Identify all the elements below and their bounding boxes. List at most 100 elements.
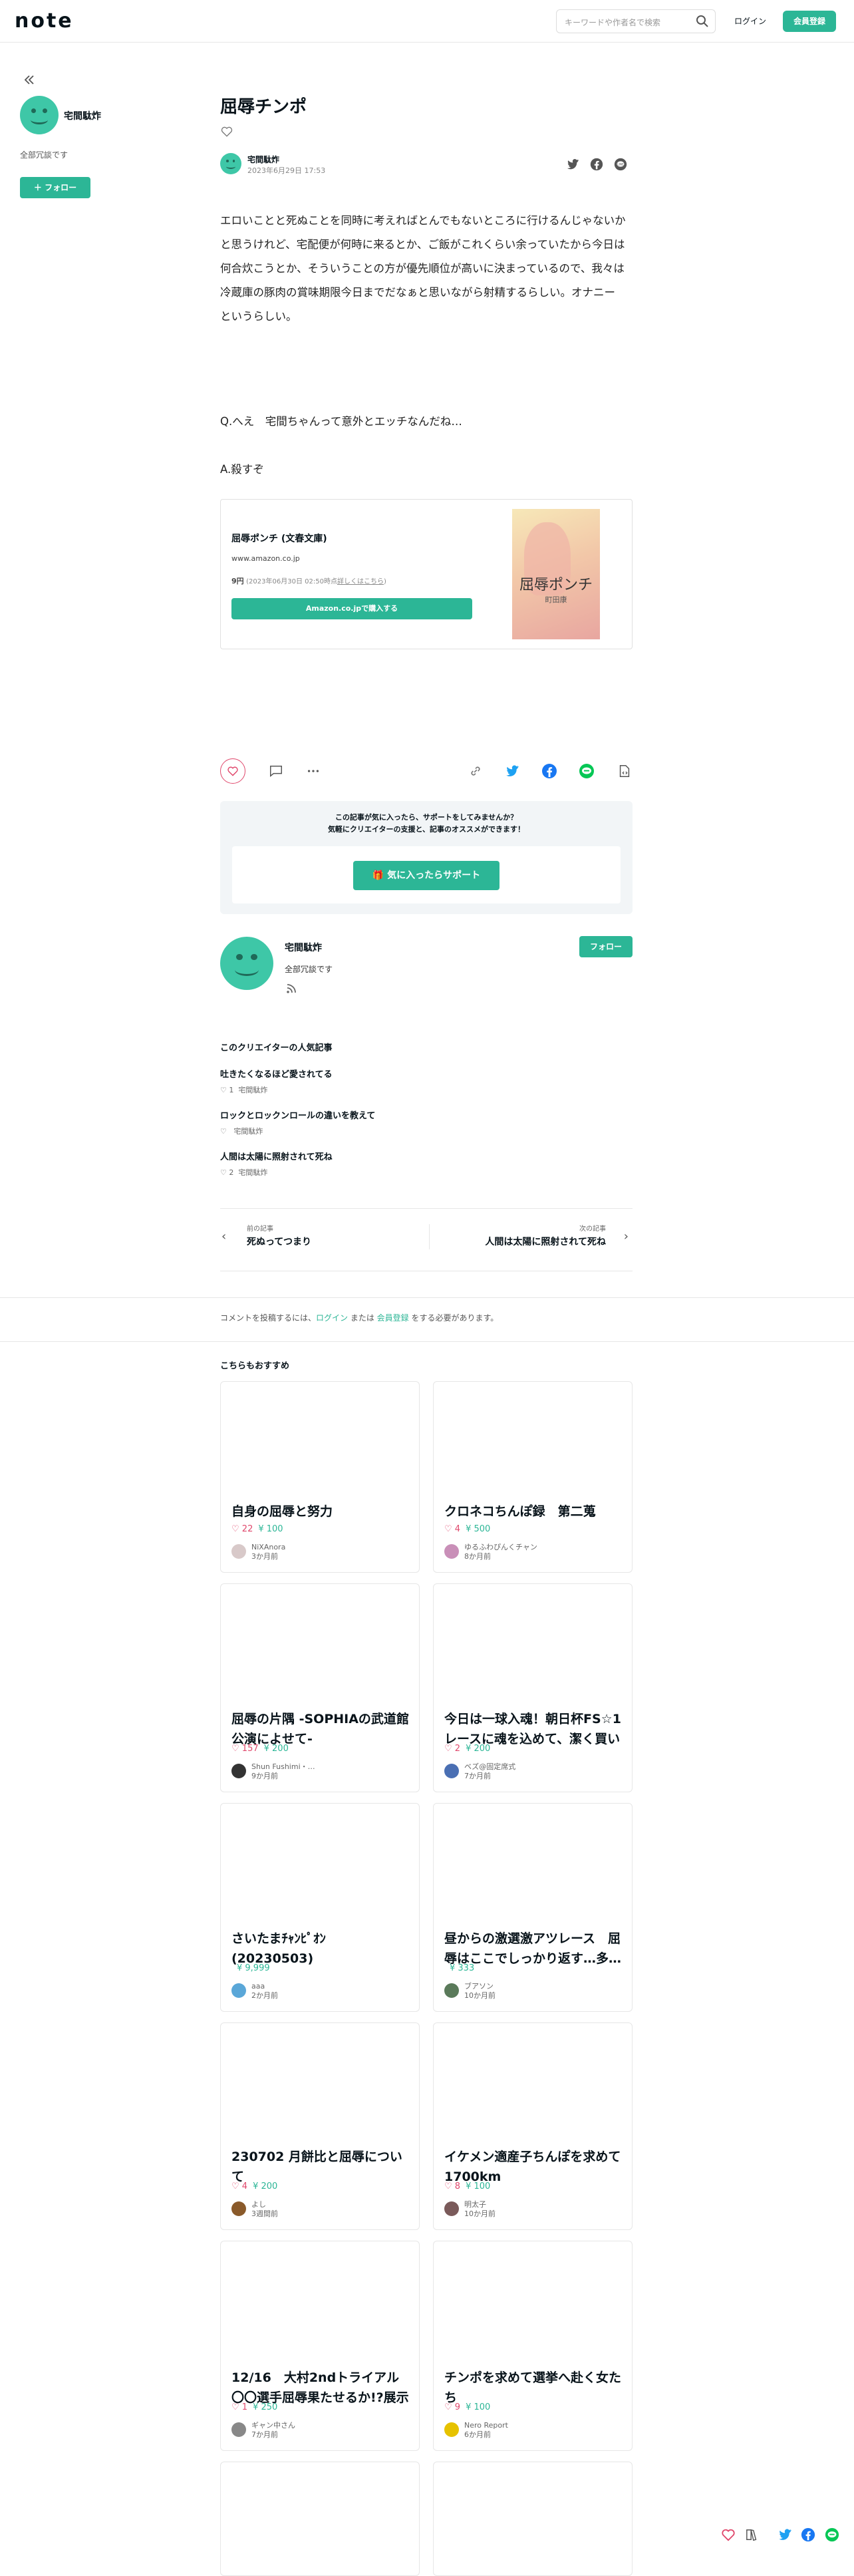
twitter-icon[interactable] — [567, 158, 580, 170]
recommend-author[interactable]: ブアソン 10か月前 — [464, 1982, 496, 2001]
recommend-author[interactable]: NiXAnora 3か月前 — [251, 1543, 285, 1561]
recommend-author[interactable]: Nero Report 6か月前 — [464, 2421, 508, 2440]
comment-icon[interactable] — [269, 764, 283, 778]
recommend-author[interactable]: ギャン中さん 7か月前 — [251, 2421, 295, 2440]
next-article-link[interactable]: 次の記事 人間は太陽に照射されて死ね › — [426, 1216, 633, 1256]
recommend-heading: こちらもおすすめ — [220, 1361, 290, 1371]
svg-text:LINE: LINE — [617, 162, 624, 166]
recommend-author-avatar[interactable] — [231, 1764, 246, 1778]
support-button[interactable]: 🎁 気に入ったらサポート — [353, 861, 499, 890]
recommend-card[interactable]: イケメン適産子ちんぽを求めて1700km ♡ 8 ¥ 100 明太子 10か月前 — [433, 2022, 633, 2230]
recommend-card[interactable]: クロネコちんぽ録 第二蒐 ♡ 4 ¥ 500 ゆるふわぴんくチャン 8か月前 — [433, 1381, 633, 1573]
recommend-author-avatar[interactable] — [231, 2201, 246, 2216]
embed-title[interactable]: 屈辱ポンチ (文春文庫) — [231, 532, 327, 545]
heart-outline-icon[interactable] — [220, 125, 233, 138]
popular-item-title[interactable]: ロックとロックンロールの違いを教えて — [220, 1108, 375, 1121]
recommend-card-title[interactable]: イケメン適産子ちんぽを求めて1700km — [444, 2147, 623, 2187]
recommend-card[interactable]: チンポを求めて選挙へ赴く女たち ♡ 9 ¥ 100 Nero Report 6か月前 — [433, 2241, 633, 2451]
recommend-card-title[interactable]: さいたまﾁｬﾝﾋﾟｵﾝ (20230503) — [231, 1929, 410, 1969]
amazon-buy-button[interactable]: Amazon.co.jpで購入する — [231, 598, 472, 619]
profile-avatar[interactable] — [220, 937, 273, 990]
recommend-card[interactable]: 今日は一球入魂！朝日杯FS☆1レースに魂を込めて、潔く買い目…♡ 2 ¥ 200 ベ… — [433, 1583, 633, 1792]
like-button[interactable] — [220, 758, 245, 784]
site-header: note キーワードや作者名で検索 ログイン 会員登録 — [0, 0, 854, 43]
embed-price-row: 9円 (2023年06月30日 02:50時点詳しくはこちら) — [231, 577, 386, 585]
recommend-author[interactable]: ベズ@固定席式 7か月前 — [464, 1762, 515, 1781]
signup-button[interactable]: 会員登録 — [783, 11, 836, 32]
article-paragraph: エロいことと死ぬことを同時に考えればとんでもないところに行けるんじゃないかと思う… — [220, 214, 626, 323]
collapse-sidebar-icon[interactable] — [23, 73, 36, 86]
floating-magazine-icon[interactable] — [745, 2528, 760, 2541]
recommend-author-avatar[interactable] — [231, 2422, 246, 2437]
more-icon[interactable] — [306, 764, 321, 778]
divider — [0, 1341, 854, 1342]
recommend-card-title[interactable]: 230702 月餅比と屈辱について — [231, 2147, 410, 2187]
rss-icon[interactable] — [286, 983, 297, 994]
twitter-share-icon[interactable] — [505, 765, 520, 777]
recommend-author-avatar[interactable] — [444, 1544, 459, 1559]
recommend-card[interactable]: 自身の屈辱と努力 ♡ 22 ¥ 100 NiXAnora 3か月前 — [220, 1381, 420, 1573]
recommend-author-avatar[interactable] — [444, 1764, 459, 1778]
search-input[interactable]: キーワードや作者名で検索 — [556, 9, 716, 33]
recommend-card-title[interactable]: 昼からの激選激アツレース 屈辱はここでしっかり返す…多… — [444, 1929, 623, 1969]
recommend-author-avatar[interactable] — [444, 2422, 459, 2437]
recommend-card-title[interactable]: 12/16 大村2ndトライアル 〇〇選手屈辱果たせるか!?展示後… — [231, 2368, 410, 2408]
embed-icon[interactable] — [617, 764, 632, 778]
facebook-share-icon[interactable] — [541, 763, 557, 779]
recommend-author-avatar[interactable] — [444, 1983, 459, 1998]
sidebar-avatar[interactable] — [20, 96, 59, 134]
support-box: この記事が気に入ったら、サポートをしてみませんか？ 気軽にクリエイターの支援と、… — [220, 801, 633, 914]
author-name[interactable]: 宅間駄炸 — [247, 154, 279, 165]
facebook-icon[interactable] — [589, 157, 604, 172]
recommend-author-avatar[interactable] — [231, 1983, 246, 1998]
prev-article-link[interactable]: ‹ 前の記事 死ぬってつまり — [220, 1216, 426, 1256]
recommend-author-avatar[interactable] — [444, 2201, 459, 2216]
recommend-card-stats: ¥ 9,999 — [231, 1963, 270, 1973]
floating-facebook-icon[interactable] — [801, 2527, 815, 2542]
login-button[interactable]: ログイン — [729, 12, 772, 31]
recommend-card-title[interactable]: 屈辱の片隅 -SOPHIAの武道館公演によせて- — [231, 1709, 410, 1749]
recommend-card[interactable]: 12/16 大村2ndトライアル 〇〇選手屈辱果たせるか!?展示後…♡ 1 ¥ 2… — [220, 2241, 420, 2451]
recommend-author[interactable]: 明太子 10か月前 — [464, 2200, 496, 2219]
gift-icon: 🎁 — [372, 870, 388, 881]
like-count: ♡ 9 — [444, 2402, 461, 2412]
line-share-icon[interactable] — [579, 763, 595, 779]
recommend-card-title[interactable]: 今日は一球入魂！朝日杯FS☆1レースに魂を込めて、潔く買い目… — [444, 1709, 623, 1749]
sidebar-follow-button[interactable]: ＋ フォロー — [20, 177, 90, 198]
line-icon[interactable]: LINE — [613, 157, 628, 172]
embed-details-link[interactable]: 詳しくはこちら — [337, 578, 384, 585]
floating-twitter-icon[interactable] — [778, 2529, 793, 2541]
author-avatar[interactable] — [220, 153, 241, 174]
profile-follow-button[interactable]: フォロー — [579, 936, 633, 957]
recommend-author-avatar[interactable] — [231, 1544, 246, 1559]
recommend-card[interactable]: 230702 月餅比と屈辱について ♡ 4 ¥ 200 よし 3週間前 — [220, 2022, 420, 2230]
sidebar-creator-name[interactable]: 宅間駄炸 — [64, 109, 101, 122]
comment-login-link[interactable]: ログイン — [316, 1313, 348, 1323]
like-count: ♡ 22 — [231, 1524, 253, 1534]
like-count: ♡ 157 — [231, 1744, 259, 1754]
amazon-embed-card[interactable]: 屈辱ポンチ (文春文庫) www.amazon.co.jp 9円 (2023年0… — [220, 499, 633, 649]
floating-heart-icon[interactable] — [721, 2528, 736, 2541]
floating-line-icon[interactable] — [825, 2527, 839, 2542]
book-cover-image[interactable]: 屈辱ポンチ 町田康 — [512, 509, 600, 639]
recommend-author[interactable]: Shun Fushimi・… 9か月前 — [251, 1762, 315, 1781]
recommend-card-title[interactable]: クロネコちんぽ録 第二蒐 — [444, 1502, 623, 1522]
link-icon[interactable] — [468, 764, 483, 778]
recommend-author[interactable]: aaa 2か月前 — [251, 1982, 278, 2001]
note-logo[interactable]: note — [15, 9, 74, 33]
recommend-card[interactable]: 屈辱の片隅 -SOPHIAの武道館公演によせて- ♡ 157 ¥ 200 Shun F… — [220, 1583, 420, 1792]
recommend-card[interactable]: さいたまﾁｬﾝﾋﾟｵﾝ (20230503) ¥ 9,999 aaa 2か月前 — [220, 1803, 420, 2012]
search-icon[interactable] — [694, 13, 710, 29]
recommend-card[interactable] — [220, 2462, 420, 2576]
profile-name[interactable]: 宅間駄炸 — [285, 941, 322, 954]
recommend-card[interactable]: 昼からの激選激アツレース 屈辱はここでしっかり返す…多… ¥ 333 ブアソン 10か… — [433, 1803, 633, 2012]
recommend-card-title[interactable]: チンポを求めて選挙へ赴く女たち — [444, 2368, 623, 2408]
popular-item-title[interactable]: 人間は太陽に照射されて死ね — [220, 1150, 333, 1162]
recommend-card-title[interactable]: 自身の屈辱と努力 — [231, 1502, 410, 1522]
popular-item-title[interactable]: 吐きたくなるほど愛されてる — [220, 1067, 333, 1080]
recommend-card[interactable] — [433, 2462, 633, 2576]
recommend-author[interactable]: よし 3週間前 — [251, 2200, 278, 2219]
recommend-author[interactable]: ゆるふわぴんくチャン 8か月前 — [464, 1543, 537, 1561]
comment-signup-link[interactable]: 会員登録 — [377, 1313, 409, 1323]
recommend-card-stats: ♡ 22 ¥ 100 — [231, 1524, 283, 1534]
